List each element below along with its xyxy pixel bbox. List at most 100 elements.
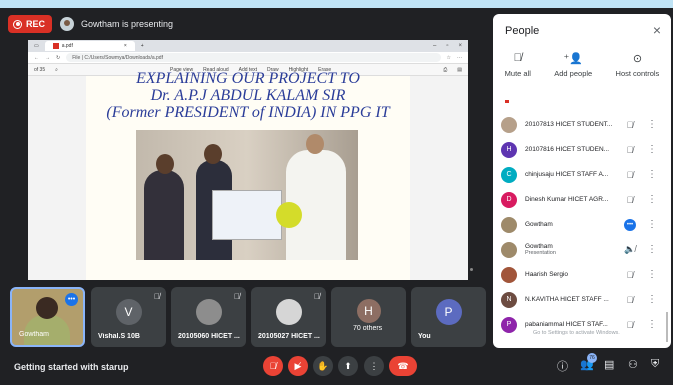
- avatar: N: [501, 291, 517, 308]
- avatar: [501, 216, 517, 233]
- save-icon: ▤: [457, 66, 462, 73]
- address-bar: ← → ↻ File | C:/Users/Sowmya/Downloads/a…: [28, 52, 468, 64]
- participant-name: 20107816 HICET STUDEN...: [525, 146, 610, 153]
- list-item[interactable]: N N.KAVITHA HICET STAFF ... 🎙̸ ⋮: [493, 287, 663, 312]
- doc-line-3: (Former PRESIDENT of INDIA) IN PPG IT: [106, 104, 390, 121]
- more-vert-icon[interactable]: ⋮: [647, 169, 657, 180]
- tile-name: 70 others: [353, 325, 383, 332]
- tile-name: 20105027 HICET ...: [258, 333, 320, 340]
- mute-all-label: Mute all: [504, 69, 531, 78]
- more-vert-icon[interactable]: ⋮: [647, 319, 657, 330]
- participant-name: chinjusaju HICET STAFF A...: [525, 171, 609, 178]
- window-icon: ▭: [34, 43, 39, 49]
- participant-tile[interactable]: 🎙̸ V Vishal.S 10B: [91, 287, 166, 347]
- tab-title: a.pdf: [61, 43, 73, 49]
- participant-name: Gowtham: [525, 221, 553, 228]
- page-indicator: of 35: [34, 66, 46, 73]
- mic-off-icon: 🎙̸: [154, 292, 160, 301]
- activities-icon[interactable]: ⚇: [628, 358, 638, 371]
- add-people-button[interactable]: ⁺👤 Add people: [554, 52, 592, 94]
- record-icon: [13, 19, 22, 29]
- panel-title: People: [505, 25, 540, 37]
- participant-subtitle: Presentation: [525, 250, 556, 256]
- mic-off-icon: 🎙̸: [626, 269, 634, 280]
- meeting-title: Getting started with starup: [14, 362, 129, 372]
- hang-up-icon: ☎: [397, 360, 409, 371]
- back-icon: ←: [34, 54, 39, 61]
- mic-off-icon: 🎙̸: [314, 292, 320, 301]
- host-controls-icon: ⊙: [632, 53, 643, 65]
- pdf-page: EXPLAINING OUR PROJECT TO Dr. A.P.J ABDU…: [86, 70, 410, 280]
- pdf-icon: [52, 43, 59, 49]
- participant-count-badge: 76: [587, 353, 597, 363]
- presentation-audio-off-icon: 🔈̸: [624, 244, 636, 254]
- recording-label: REC: [26, 19, 46, 29]
- mic-off-icon: 🎙̸: [626, 144, 634, 155]
- list-item[interactable]: D Dinesh Kumar HICET AGR... 🎙̸ ⋮: [493, 187, 663, 212]
- browser-tab: a.pdf ×: [44, 41, 135, 51]
- camera-feed: [36, 297, 58, 319]
- list-item[interactable]: Gowtham Presentation 🔈̸ ⋮: [493, 237, 663, 262]
- participant-name: N.KAVITHA HICET STAFF ...: [525, 296, 609, 303]
- more-vert-icon[interactable]: ⋮: [647, 269, 657, 280]
- list-item[interactable]: 20107813 HICET STUDENT... 🎙̸ ⋮: [493, 112, 663, 137]
- more-vert-icon[interactable]: ⋮: [647, 294, 657, 305]
- raise-hand-button[interactable]: ✋: [313, 356, 333, 376]
- avatar: P: [501, 316, 517, 333]
- presenter-banner: Gowtham is presenting: [60, 13, 173, 34]
- mic-button[interactable]: 🎙̸: [263, 356, 283, 376]
- close-icon[interactable]: ×: [653, 22, 661, 38]
- avatar: [501, 116, 517, 133]
- more-vert-icon: ⋮: [369, 360, 379, 371]
- avatar: H: [501, 141, 517, 158]
- more-vert-icon[interactable]: ⋮: [647, 144, 657, 155]
- activation-watermark: Go to Settings to activate Windows.: [533, 330, 620, 336]
- more-vert-icon[interactable]: ⋮: [647, 194, 657, 205]
- leave-call-button[interactable]: ☎: [389, 356, 417, 376]
- mute-all-button[interactable]: 🎙̸ Mute all: [505, 52, 531, 94]
- more-options-icon[interactable]: •••: [65, 293, 78, 306]
- participant-tile-you[interactable]: P You: [411, 287, 486, 347]
- participant-name: 20107813 HICET STUDENT...: [525, 121, 613, 128]
- present-icon: ⬆: [344, 360, 352, 371]
- avatar: [195, 299, 222, 325]
- avatar: [501, 241, 517, 258]
- info-icon[interactable]: ⓘ: [557, 358, 568, 374]
- browser-tab-bar: ▭ a.pdf × + – ▫ ×: [28, 40, 468, 52]
- more-vert-icon[interactable]: ⋮: [647, 219, 657, 230]
- others-tile[interactable]: H 70 others: [331, 287, 406, 347]
- host-controls-icon[interactable]: ⛨: [651, 358, 659, 371]
- participant-tile[interactable]: 🎙̸ 20105060 HICET ...: [171, 287, 246, 347]
- mic-off-icon: 🎙̸: [626, 194, 634, 205]
- list-item[interactable]: H 20107816 HICET STUDEN... 🎙̸ ⋮: [493, 137, 663, 162]
- tile-name: You: [418, 333, 431, 340]
- list-item[interactable]: P pabaniammal HICET STAF... 🎙̸ ⋮ Go to S…: [493, 312, 663, 337]
- address-field: File | C:/Users/Sowmya/Downloads/a.pdf: [66, 53, 441, 62]
- mic-off-icon: 🎙̸: [234, 292, 240, 301]
- more-vert-icon[interactable]: ⋮: [647, 119, 657, 130]
- camera-off-icon: ▶̸: [294, 360, 302, 371]
- present-button[interactable]: ⬆: [338, 356, 358, 376]
- add-people-label: Add people: [554, 69, 593, 78]
- camera-button[interactable]: ▶̸: [288, 356, 308, 376]
- list-item[interactable]: C chinjusaju HICET STAFF A... 🎙̸ ⋮: [493, 162, 663, 187]
- participant-name: Dinesh Kumar HICET AGR...: [525, 196, 609, 203]
- participant-tile[interactable]: 🎙̸ 20105027 HICET ...: [251, 287, 326, 347]
- tab-close-icon: ×: [123, 43, 127, 49]
- more-options-icon[interactable]: •••: [624, 218, 636, 231]
- chat-icon[interactable]: ▤: [604, 358, 614, 371]
- mic-off-icon: 🎙̸: [626, 169, 634, 180]
- more-vert-icon[interactable]: ⋮: [647, 244, 657, 255]
- panel-scrollbar[interactable]: [666, 312, 668, 342]
- window-controls: – ▫ ×: [433, 43, 462, 49]
- mic-off-icon: 🎙̸: [626, 119, 634, 130]
- list-item[interactable]: Haarish Sergio 🎙̸ ⋮: [493, 262, 663, 287]
- search-icon: ⌕: [55, 66, 58, 73]
- forward-icon: →: [45, 54, 50, 61]
- participant-name: Haarish Sergio: [525, 271, 568, 278]
- participant-tile-self[interactable]: ••• Gowtham: [10, 287, 85, 347]
- avatar: [275, 299, 302, 325]
- host-controls-button[interactable]: ⊙ Host controls: [616, 52, 660, 94]
- list-item[interactable]: Gowtham ••• ⋮: [493, 212, 663, 237]
- more-options-button[interactable]: ⋮: [364, 356, 384, 376]
